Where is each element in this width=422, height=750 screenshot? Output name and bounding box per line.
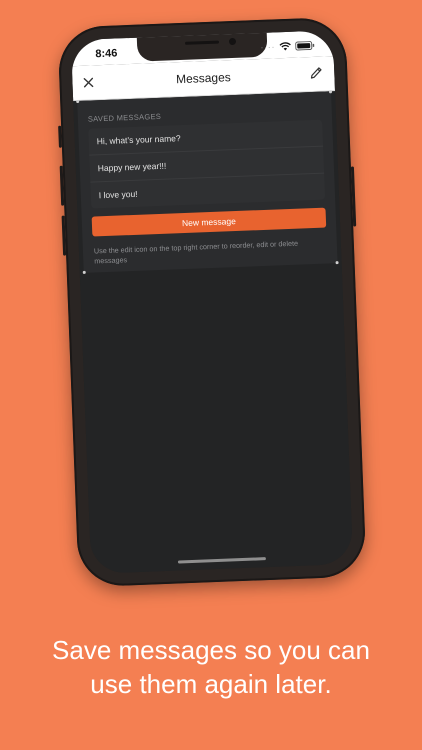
messages-content: SAVED MESSAGES Hi, what’s your name? Hap… [73,90,354,574]
marketing-caption: Save messages so you can use them again … [0,633,422,701]
wifi-icon [279,42,291,51]
status-icons: ···· [260,41,315,52]
selection-handle [76,99,80,104]
phone-screen: 8:46 ···· Messages SAVED MESSAGES Hi, wh… [70,30,354,574]
signal-icon: ···· [260,42,276,52]
phone-mockup: 8:46 ···· Messages SAVED MESSAGES Hi, wh… [57,16,367,588]
selection-handle [328,90,333,94]
saved-messages-list: Hi, what’s your name? Happy new year!!! … [88,119,326,209]
hint-text: Use the edit icon on the top right corne… [93,238,299,266]
selection-handle [335,261,339,265]
speaker [184,40,220,45]
saved-messages-section: SAVED MESSAGES Hi, what’s your name? Hap… [76,90,339,274]
battery-icon [295,41,315,51]
home-indicator[interactable] [177,557,266,564]
camera [228,37,237,46]
caption-line: use them again later. [90,669,332,699]
caption-line: Save messages so you can [52,635,370,665]
edit-icon[interactable] [308,65,325,82]
page-title: Messages [175,70,231,87]
section-header: SAVED MESSAGES [87,111,162,124]
new-message-button[interactable]: New message [91,207,327,237]
status-time: 8:46 [95,47,118,61]
selection-handle [82,270,86,274]
